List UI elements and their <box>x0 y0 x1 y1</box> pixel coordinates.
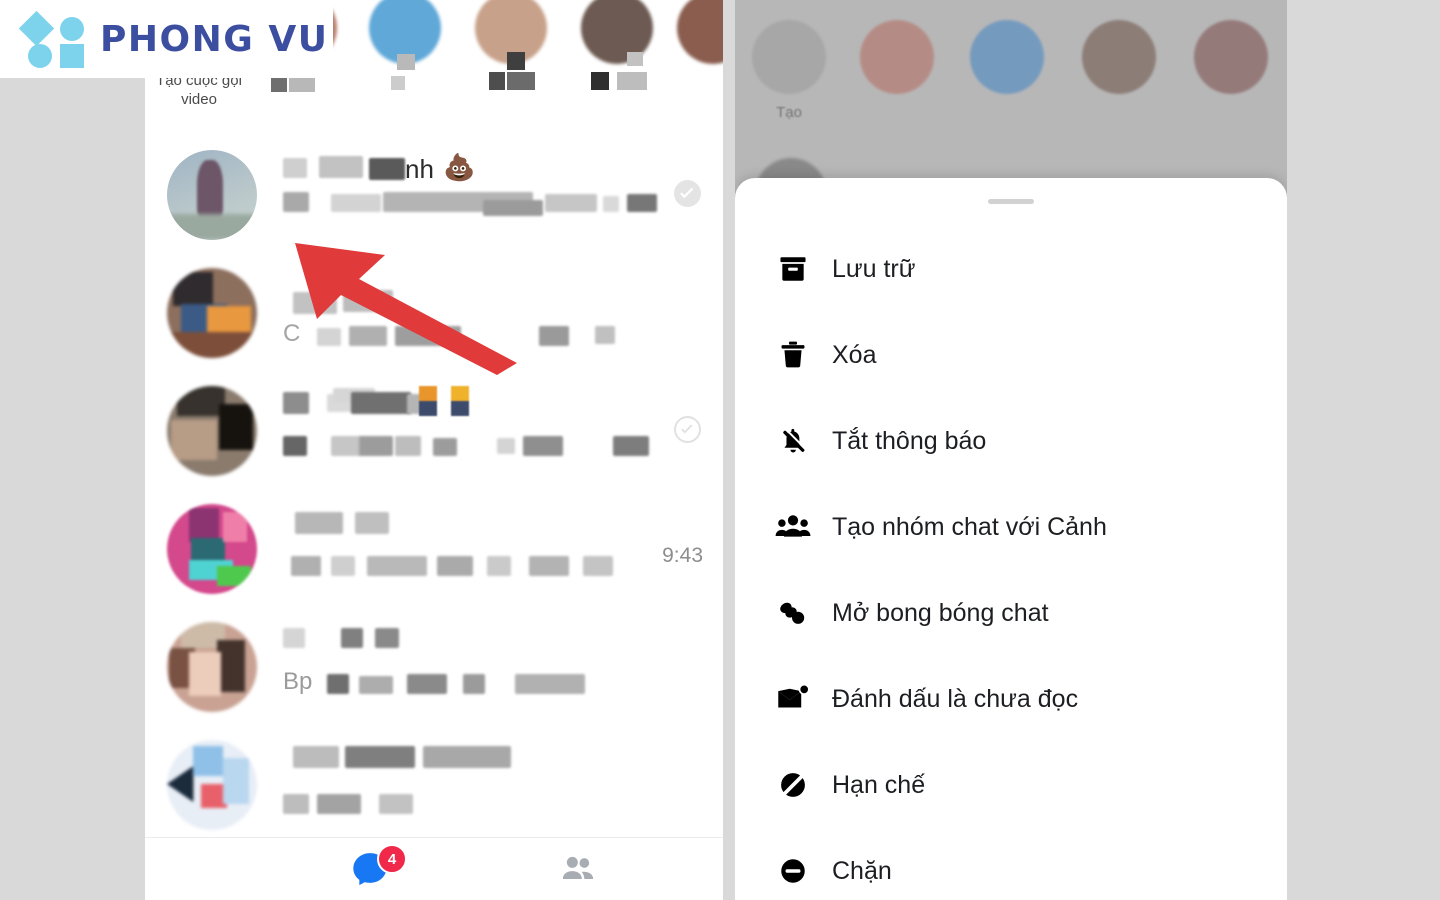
avatar <box>167 268 257 358</box>
menu-item-label: Chặn <box>832 856 892 885</box>
menu-item-label: Xóa <box>832 340 877 369</box>
chat-list-item[interactable]: C <box>145 256 723 374</box>
right-phone-screen: Tạo Lưu trữ Xóa Tắt thông báo Tạo nhóm c… <box>735 0 1287 900</box>
phong-vu-watermark: PHONG VU <box>0 0 333 78</box>
chat-preview: nh 💩 <box>283 152 657 242</box>
menu-item-archive[interactable]: Lưu trữ <box>735 226 1287 312</box>
avatar <box>167 150 257 240</box>
menu-item-mute[interactable]: Tắt thông báo <box>735 398 1287 484</box>
chat-list-item[interactable] <box>145 374 723 492</box>
emoji-block <box>419 386 437 416</box>
bottom-navigation: 4 <box>145 837 723 900</box>
circle-icon <box>28 44 52 68</box>
emoji-block <box>451 386 469 416</box>
restrict-slash-icon <box>768 768 818 802</box>
seen-check-icon <box>681 424 693 434</box>
menu-item-label: Tắt thông báo <box>832 426 987 455</box>
mail-unread-icon <box>768 682 818 716</box>
story-cell <box>1069 6 1169 94</box>
phong-vu-logo-mark <box>18 10 86 68</box>
chat-preview <box>283 506 653 596</box>
menu-item-mark-unread[interactable]: Đánh dấu là chưa đọc <box>735 656 1287 742</box>
nav-item-chats[interactable]: 4 <box>325 844 415 892</box>
context-menu-sheet: Lưu trữ Xóa Tắt thông báo Tạo nhóm chat … <box>735 178 1287 900</box>
status-badge <box>674 416 701 443</box>
menu-item-create-group[interactable]: Tạo nhóm chat với Cảnh <box>735 484 1287 570</box>
archive-box-icon <box>768 253 818 285</box>
chat-preview <box>283 742 653 832</box>
chat-preview-fragment: C <box>283 320 301 347</box>
story-cell[interactable] <box>569 0 665 110</box>
chat-list: nh 💩 C 9:43 Bp <box>145 138 723 838</box>
story-caption: Tạo <box>776 104 802 121</box>
story-caption-redacted <box>463 52 559 110</box>
chat-name-fragment: nh <box>405 154 434 184</box>
chat-preview: C <box>283 270 653 360</box>
menu-item-restrict[interactable]: Hạn chế <box>735 742 1287 828</box>
menu-item-block[interactable]: Chặn <box>735 828 1287 900</box>
brand-name: PHONG VU <box>100 18 329 60</box>
chat-bubbles-icon <box>768 596 818 630</box>
story-cell[interactable] <box>357 0 453 110</box>
seen-check-icon <box>680 187 694 199</box>
story-cell <box>957 6 1057 94</box>
chat-list-item[interactable] <box>145 728 723 846</box>
avatar <box>167 504 257 594</box>
chat-preview-fragment: Bp <box>283 668 313 695</box>
circle-icon <box>60 17 84 41</box>
avatar <box>167 386 257 476</box>
menu-item-label: Lưu trữ <box>832 254 916 283</box>
story-cell: Tạo <box>739 6 839 121</box>
story-cell[interactable] <box>463 0 559 110</box>
menu-item-label: Hạn chế <box>832 770 926 799</box>
avatar <box>167 740 257 830</box>
diamond-icon <box>18 10 55 47</box>
dimmed-backdrop: Tạo <box>735 0 1287 200</box>
menu-item-label: Tạo nhóm chat với Cảnh <box>832 512 1107 541</box>
menu-item-delete[interactable]: Xóa <box>735 312 1287 398</box>
story-cell[interactable] <box>665 0 723 64</box>
menu-item-label: Đánh dấu là chưa đọc <box>832 684 1079 713</box>
nav-item-people[interactable] <box>533 846 623 892</box>
chat-name-emoji: 💩 <box>443 152 476 182</box>
chat-list-item[interactable]: 9:43 <box>145 492 723 610</box>
block-circle-icon <box>768 855 818 887</box>
left-phone-screen: Tạo cuộc gọi video nh 💩 C 9:43 Bp 4 <box>145 0 723 900</box>
story-caption-redacted <box>357 54 453 110</box>
story-caption-redacted <box>569 52 665 110</box>
avatar <box>167 622 257 712</box>
group-people-icon <box>768 509 818 545</box>
story-thumb <box>677 0 723 64</box>
story-cell <box>1181 6 1281 94</box>
trash-icon <box>768 339 818 371</box>
bell-slash-icon <box>768 424 818 458</box>
menu-item-label: Mở bong bóng chat <box>832 598 1049 627</box>
people-icon <box>562 856 594 879</box>
drag-handle[interactable] <box>988 199 1034 204</box>
status-badge <box>674 180 701 207</box>
chat-list-item[interactable]: Bp <box>145 610 723 728</box>
chat-timestamp: 9:43 <box>662 544 703 567</box>
square-icon <box>60 44 84 68</box>
story-cell <box>847 6 947 94</box>
chat-list-item[interactable]: nh 💩 <box>145 138 723 256</box>
chats-unread-badge: 4 <box>377 844 407 874</box>
chat-preview: Bp <box>283 624 653 714</box>
menu-item-chat-bubbles[interactable]: Mở bong bóng chat <box>735 570 1287 656</box>
chat-preview <box>283 386 653 478</box>
